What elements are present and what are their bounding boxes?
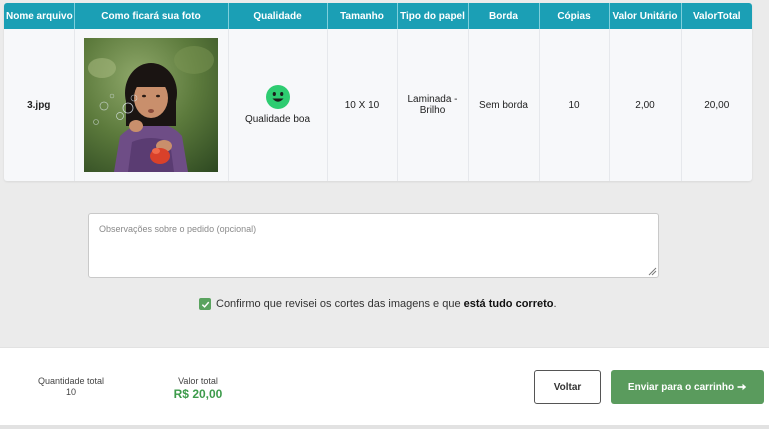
unit-value-cell: 2,00 — [609, 29, 682, 181]
column-header-unit-value: Valor Unitário — [609, 3, 682, 29]
total-label: Valor total — [178, 376, 218, 386]
quantity-label: Quantidade total — [37, 376, 105, 386]
quality-label: Qualidade boa — [244, 114, 311, 125]
photo-preview-cell — [74, 29, 229, 181]
total-summary: Valor total R$ 20,00 — [166, 376, 230, 401]
smiley-face-icon — [265, 85, 290, 109]
confirm-strong-text: está tudo correto — [463, 298, 554, 310]
copies-cell: 10 — [539, 29, 610, 181]
order-table-card: Nome arquivo Como ficará sua foto Qualid… — [4, 3, 752, 181]
column-header-border: Borda — [468, 3, 540, 29]
send-to-cart-label: Enviar para o carrinho — [627, 381, 735, 393]
confirm-row: Confirmo que revisei os cortes das image… — [199, 296, 557, 312]
filename-cell: 3.jpg — [4, 29, 75, 181]
column-header-size: Tamanho — [327, 3, 398, 29]
quality-cell: Qualidade boa — [228, 29, 328, 181]
footer-bottom-edge — [0, 425, 769, 429]
border-cell: Sem borda — [468, 29, 540, 181]
paper-type-cell: Laminada - Brilho — [397, 29, 469, 181]
quantity-summary: Quantidade total 10 — [30, 376, 112, 398]
column-header-filename: Nome arquivo — [4, 3, 75, 29]
footer-bar: Quantidade total 10 Valor total R$ 20,00… — [0, 347, 769, 425]
confirm-checkbox[interactable] — [199, 298, 211, 310]
order-notes-textarea[interactable] — [88, 213, 659, 278]
confirm-label[interactable]: Confirmo que revisei os cortes das image… — [216, 298, 557, 310]
column-header-paper-type: Tipo do papel — [397, 3, 469, 29]
column-header-quality: Qualidade — [228, 3, 328, 29]
back-button[interactable]: Voltar — [534, 370, 601, 404]
column-header-total-value: ValorTotal — [681, 3, 752, 29]
total-value-cell: 20,00 — [704, 99, 730, 111]
confirm-text: Confirmo que revisei os cortes das image… — [216, 298, 464, 310]
size-cell: 10 X 10 — [327, 29, 398, 181]
table-header-row: Nome arquivo Como ficará sua foto Qualid… — [4, 3, 752, 29]
photo-preview[interactable] — [84, 38, 218, 172]
order-table: Nome arquivo Como ficará sua foto Qualid… — [4, 3, 752, 181]
send-to-cart-button[interactable]: Enviar para o carrinho — [611, 370, 764, 404]
quantity-value: 10 — [65, 387, 76, 397]
confirm-period: . — [553, 298, 557, 310]
total-amount: R$ 20,00 — [173, 387, 223, 401]
column-header-preview: Como ficará sua foto — [74, 3, 229, 29]
column-header-copies: Cópias — [539, 3, 610, 29]
table-row: 3.jpg Qualidade boa 10 X 10 Laminada - B… — [4, 29, 752, 181]
checkmark-icon — [201, 301, 209, 308]
arrow-right-icon — [737, 383, 747, 391]
